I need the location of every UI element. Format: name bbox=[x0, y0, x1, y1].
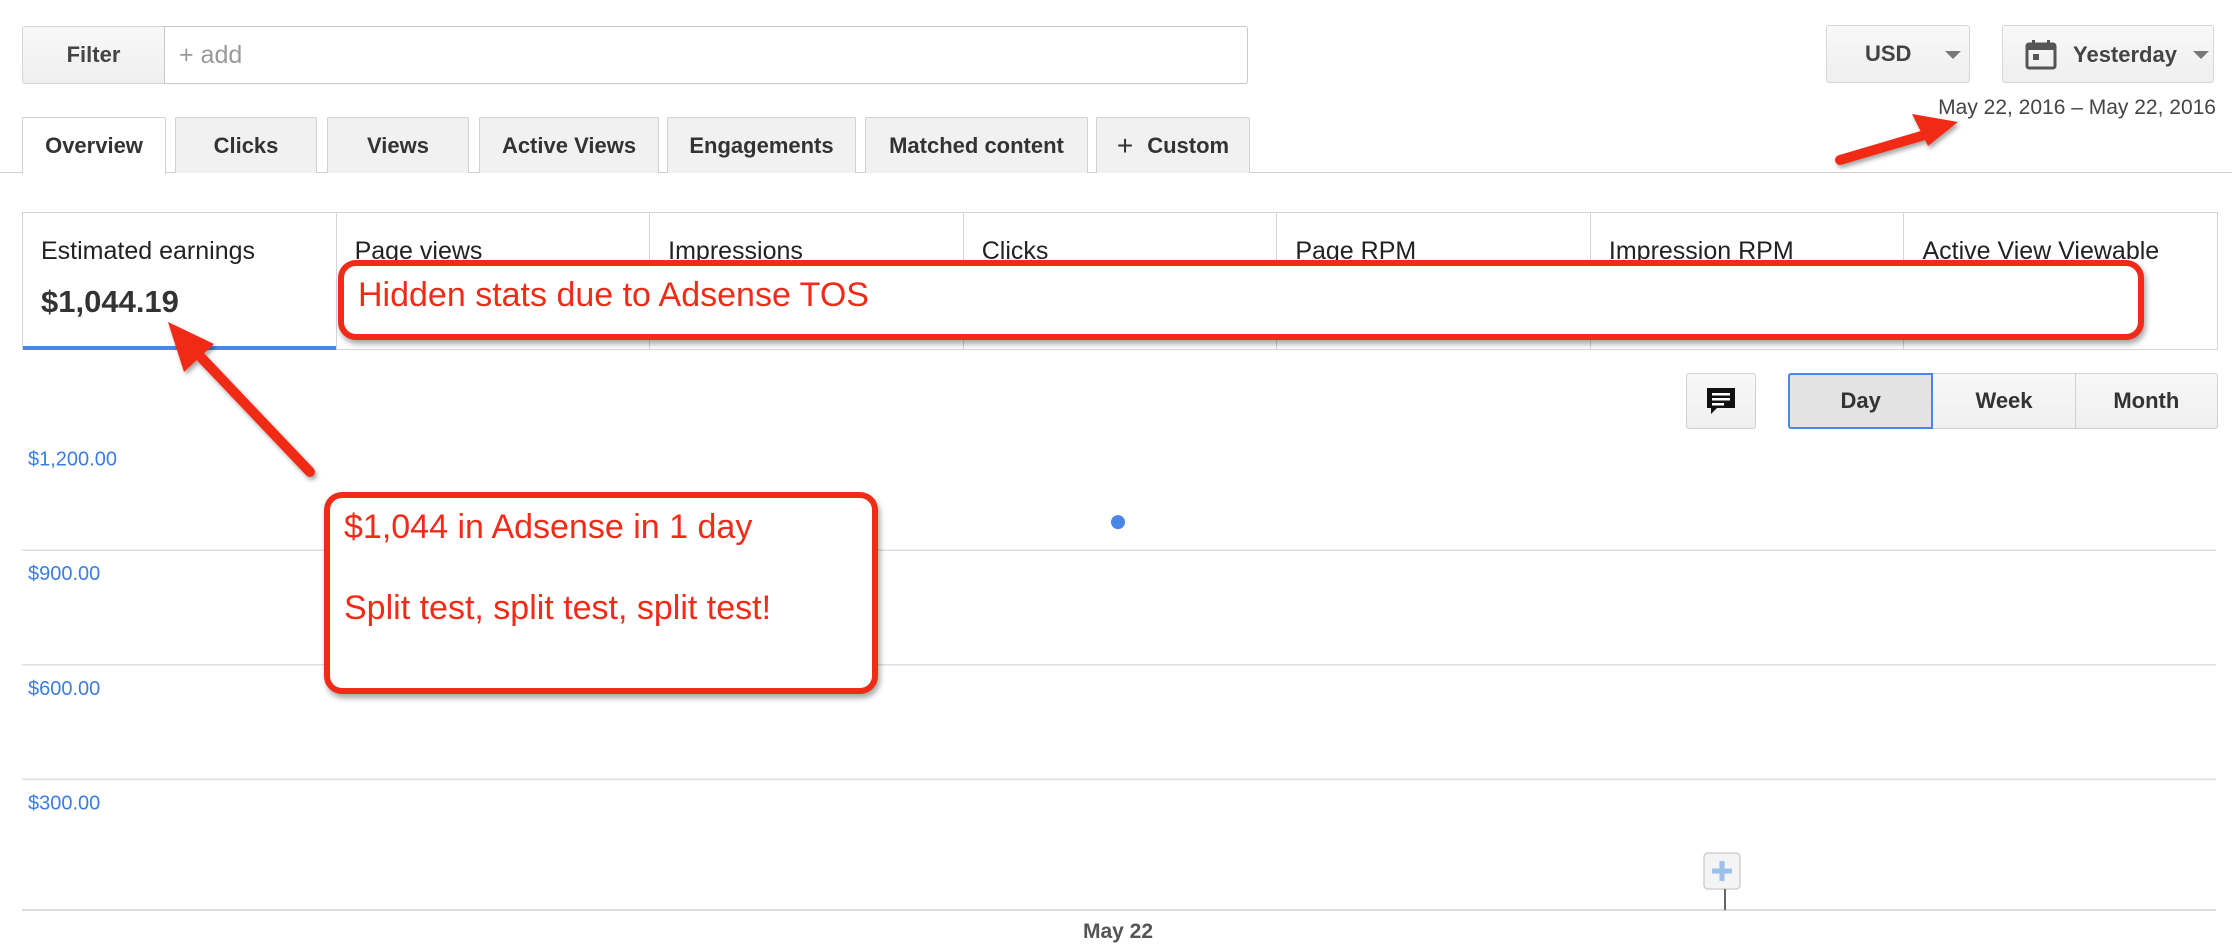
tab-active-views[interactable]: Active Views bbox=[479, 117, 659, 173]
tab-views[interactable]: Views bbox=[327, 117, 469, 173]
tab-engagements[interactable]: Engagements bbox=[667, 117, 856, 173]
y-tick-label: $600.00 bbox=[28, 678, 100, 700]
date-range-text: May 22, 2016 – May 22, 2016 bbox=[1938, 96, 2216, 119]
x-tick-label: May 22 bbox=[1083, 920, 1153, 943]
metric-label: Estimated earnings bbox=[41, 237, 256, 265]
y-tick-label: $900.00 bbox=[28, 563, 100, 585]
data-point bbox=[1111, 515, 1125, 530]
chevron-down-icon bbox=[1945, 51, 1961, 59]
tab-overview[interactable]: Overview bbox=[22, 117, 166, 174]
arrow-to-date-range bbox=[1835, 114, 1958, 165]
filter-input[interactable]: + add bbox=[164, 26, 1248, 84]
annotation-earnings-note: $1,044 in Adsense in 1 day Split test, s… bbox=[324, 492, 878, 694]
tab-custom[interactable]: + Custom bbox=[1096, 117, 1250, 173]
annotation-line: $1,044 in Adsense in 1 day bbox=[344, 508, 753, 546]
currency-label: USD bbox=[1865, 41, 1912, 66]
y-tick-label: $300.00 bbox=[28, 792, 100, 814]
date-range-dropdown[interactable]: Yesterday bbox=[2002, 25, 2214, 83]
tab-custom-label: Custom bbox=[1147, 132, 1230, 158]
annotation-hidden-stats: Hidden stats due to Adsense TOS bbox=[338, 260, 2144, 340]
currency-dropdown[interactable]: USD bbox=[1826, 25, 1970, 83]
period-day-button[interactable]: Day bbox=[1788, 373, 1934, 429]
chevron-down-icon bbox=[2193, 51, 2209, 59]
period-month-button[interactable]: Month bbox=[2075, 373, 2218, 429]
tab-matched-content[interactable]: Matched content bbox=[865, 117, 1088, 173]
adsense-report: Filter + add USD Yesterday May 22, 2016 … bbox=[0, 0, 2232, 944]
annotation-line: Split test, split test, split test! bbox=[344, 589, 772, 627]
date-range-label: Yesterday bbox=[2073, 42, 2177, 67]
period-week-button[interactable]: Week bbox=[1933, 373, 2076, 429]
calendar-icon bbox=[2025, 40, 2057, 70]
annotation-comment-button[interactable] bbox=[1686, 373, 1756, 429]
plus-icon: + bbox=[1116, 129, 1134, 161]
y-tick-label: $1,200.00 bbox=[28, 449, 117, 471]
tab-clicks[interactable]: Clicks bbox=[175, 117, 317, 173]
filter-button[interactable]: Filter bbox=[22, 26, 164, 84]
metric-value: $1,044.19 bbox=[41, 284, 179, 319]
metric-estimated-earnings[interactable]: Estimated earnings $1,044.19 bbox=[23, 213, 337, 350]
period-toggle: Day Week Month bbox=[1788, 373, 2218, 429]
comment-icon bbox=[1707, 388, 1735, 414]
